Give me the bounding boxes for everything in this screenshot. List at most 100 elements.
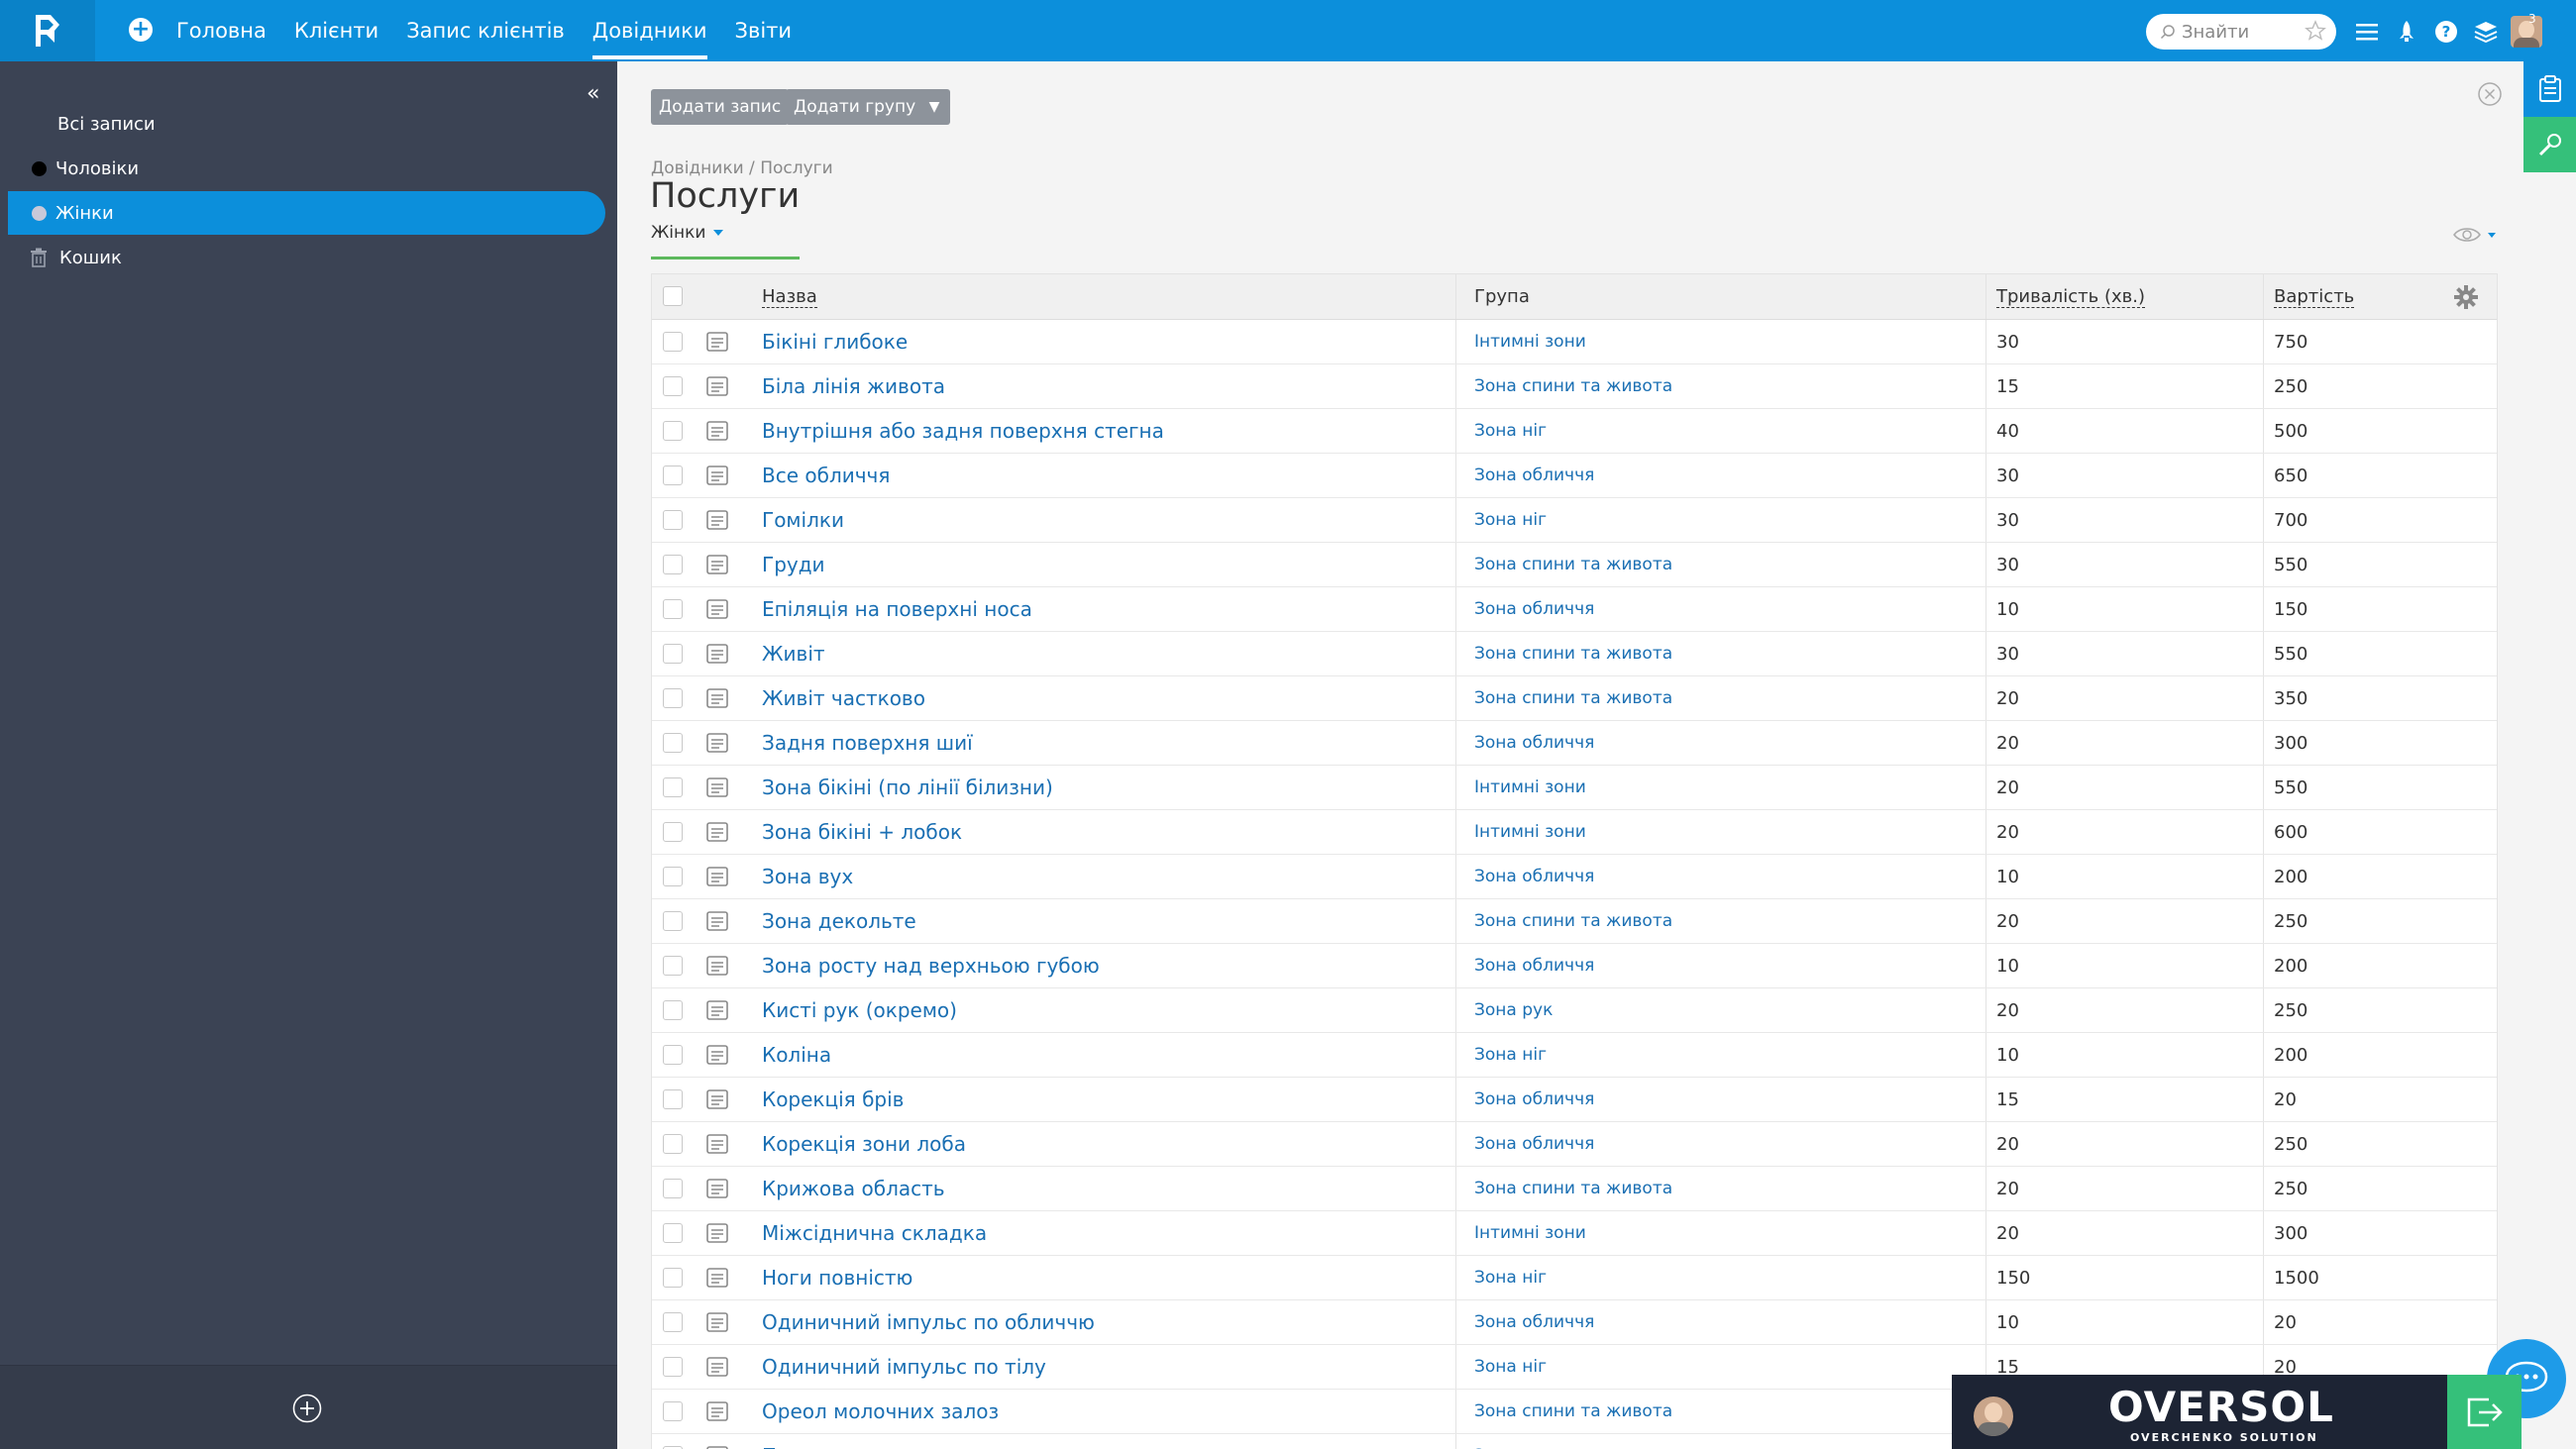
table-row[interactable]: Корекція брів Зона обличчя 15 20 bbox=[652, 1078, 2497, 1122]
service-group-link[interactable]: Зона спини та живота bbox=[1474, 364, 1672, 409]
service-group-link[interactable]: Інтимні зони bbox=[1474, 766, 1586, 810]
service-name-link[interactable]: Одиничний імпульс по тілу bbox=[762, 1345, 1046, 1390]
row-checkbox[interactable] bbox=[663, 1268, 683, 1288]
service-group-link[interactable]: Зона спини та живота bbox=[1474, 1390, 1672, 1434]
table-row[interactable]: Бікіні глибоке Інтимні зони 30 750 bbox=[652, 320, 2497, 364]
table-row[interactable]: Епіляція на поверхні носа Зона обличчя 10 1… bbox=[652, 587, 2497, 632]
nav-appointments[interactable]: Запис клієнтів bbox=[406, 0, 565, 61]
notes-icon[interactable] bbox=[706, 1268, 728, 1288]
row-checkbox[interactable] bbox=[663, 1134, 683, 1154]
column-header-price[interactable]: Вартість bbox=[2274, 274, 2355, 320]
service-name-link[interactable]: Зона росту над верхньою губою bbox=[762, 944, 1100, 988]
notes-icon[interactable] bbox=[706, 644, 728, 664]
notes-icon[interactable] bbox=[706, 777, 728, 797]
service-group-link[interactable]: Зона рук bbox=[1474, 988, 1553, 1033]
row-checkbox[interactable] bbox=[663, 1223, 683, 1243]
service-group-link[interactable]: Зона ніг bbox=[1474, 409, 1547, 454]
notes-icon[interactable] bbox=[706, 911, 728, 931]
notes-icon[interactable] bbox=[706, 956, 728, 976]
table-row[interactable]: Коліна Зона ніг 10 200 bbox=[652, 1033, 2497, 1078]
notes-icon[interactable] bbox=[706, 1357, 728, 1377]
tools-panel-button[interactable] bbox=[2523, 117, 2576, 172]
notes-icon[interactable] bbox=[706, 822, 728, 842]
notes-icon[interactable] bbox=[706, 421, 728, 441]
close-icon[interactable] bbox=[2477, 81, 2503, 107]
notes-icon[interactable] bbox=[706, 1312, 728, 1332]
notes-icon[interactable] bbox=[706, 1401, 728, 1421]
notes-icon[interactable] bbox=[706, 867, 728, 886]
notes-icon[interactable] bbox=[706, 733, 728, 753]
row-checkbox[interactable] bbox=[663, 466, 683, 485]
notes-icon[interactable] bbox=[706, 1179, 728, 1198]
row-checkbox[interactable] bbox=[663, 733, 683, 753]
user-avatar[interactable] bbox=[2511, 16, 2542, 48]
service-name-link[interactable]: Корекція зони лоба bbox=[762, 1122, 966, 1167]
service-name-link[interactable]: Міжсіднична складка bbox=[762, 1211, 987, 1256]
row-checkbox[interactable] bbox=[663, 332, 683, 352]
app-logo[interactable] bbox=[0, 0, 95, 61]
add-group-button[interactable]: Додати групу bbox=[786, 89, 924, 125]
sidebar-item-trash[interactable]: Кошик bbox=[8, 236, 605, 279]
row-checkbox[interactable] bbox=[663, 1000, 683, 1020]
table-row[interactable]: Зона декольте Зона спини та живота 20 250 bbox=[652, 899, 2497, 944]
service-name-link[interactable]: Зона бікіні (по лінії білизни) bbox=[762, 766, 1053, 810]
service-name-link[interactable]: Пахви bbox=[762, 1434, 825, 1449]
service-group-link[interactable]: Зона обличчя bbox=[1474, 721, 1594, 766]
table-row[interactable]: Зона росту над верхньою губою Зона обличч… bbox=[652, 944, 2497, 988]
table-row[interactable]: Задня поверхня шиї Зона обличчя 20 300 bbox=[652, 721, 2497, 766]
service-group-link[interactable]: Інтимні зони bbox=[1474, 320, 1586, 364]
row-checkbox[interactable] bbox=[663, 956, 683, 976]
more-actions-dropdown[interactable]: ▼ bbox=[918, 89, 950, 125]
service-group-link[interactable]: Зона ніг bbox=[1474, 498, 1547, 543]
help-icon[interactable]: ? bbox=[2431, 17, 2461, 47]
table-row[interactable]: Біла лінія живота Зона спини та живота 15 2… bbox=[652, 364, 2497, 409]
table-row[interactable]: Одиничний імпульс по обличчю Зона обличчя… bbox=[652, 1300, 2497, 1345]
row-checkbox[interactable] bbox=[663, 777, 683, 797]
nav-directories[interactable]: Довідники bbox=[591, 0, 707, 61]
service-group-link[interactable]: Зона спини та живота bbox=[1474, 543, 1672, 587]
row-checkbox[interactable] bbox=[663, 1357, 683, 1377]
service-name-link[interactable]: Крижова область bbox=[762, 1167, 945, 1211]
service-name-link[interactable]: Одиничний імпульс по обличчю bbox=[762, 1300, 1095, 1345]
notes-icon[interactable] bbox=[706, 599, 728, 619]
row-checkbox[interactable] bbox=[663, 510, 683, 530]
row-checkbox[interactable] bbox=[663, 644, 683, 664]
table-row[interactable]: Груди Зона спини та живота 30 550 bbox=[652, 543, 2497, 587]
service-group-link[interactable]: Зона ніг bbox=[1474, 1033, 1547, 1078]
service-group-link[interactable]: Зона ніг bbox=[1474, 1345, 1547, 1390]
add-record-button[interactable]: Додати запис bbox=[651, 89, 790, 125]
notes-icon[interactable] bbox=[706, 1000, 728, 1020]
select-all-checkbox[interactable] bbox=[663, 286, 683, 306]
service-name-link[interactable]: Зона бікіні + лобок bbox=[762, 810, 962, 855]
row-checkbox[interactable] bbox=[663, 421, 683, 441]
service-name-link[interactable]: Кисті рук (окремо) bbox=[762, 988, 957, 1033]
service-name-link[interactable]: Груди bbox=[762, 543, 825, 587]
table-row[interactable]: Живіт частково Зона спини та живота 20 350 bbox=[652, 676, 2497, 721]
sidebar-item-men[interactable]: Чоловіки bbox=[8, 147, 605, 190]
rocket-icon[interactable] bbox=[2392, 17, 2421, 47]
row-checkbox[interactable] bbox=[663, 688, 683, 708]
row-checkbox[interactable] bbox=[663, 1179, 683, 1198]
sidebar-item-all-records[interactable]: Всі записи bbox=[8, 102, 605, 146]
visibility-eye-icon[interactable] bbox=[2452, 224, 2498, 246]
service-group-link[interactable]: Зона обличчя bbox=[1474, 1078, 1594, 1122]
service-group-link[interactable]: Зона обличчя bbox=[1474, 587, 1594, 632]
column-header-name[interactable]: Назва bbox=[762, 274, 817, 320]
service-group-link[interactable]: Зона обличчя bbox=[1474, 1300, 1594, 1345]
menu-icon[interactable] bbox=[2352, 17, 2382, 47]
nav-reports[interactable]: Звіти bbox=[735, 0, 793, 61]
notes-icon[interactable] bbox=[706, 688, 728, 708]
service-name-link[interactable]: Живіт bbox=[762, 632, 825, 676]
group-filter[interactable]: Жінки bbox=[651, 223, 724, 243]
layers-icon[interactable] bbox=[2471, 17, 2501, 47]
row-checkbox[interactable] bbox=[663, 376, 683, 396]
service-name-link[interactable]: Коліна bbox=[762, 1033, 831, 1078]
service-group-link[interactable]: Зона спини та живота bbox=[1474, 899, 1672, 944]
service-name-link[interactable]: Живіт частково bbox=[762, 676, 925, 721]
service-group-link[interactable]: Інтимні зони bbox=[1474, 810, 1586, 855]
notes-icon[interactable] bbox=[706, 332, 728, 352]
service-name-link[interactable]: Все обличчя bbox=[762, 454, 890, 498]
table-row[interactable]: Кисті рук (окремо) Зона рук 20 250 bbox=[652, 988, 2497, 1033]
service-group-link[interactable]: Зона обличчя bbox=[1474, 944, 1594, 988]
favorite-star-icon[interactable] bbox=[2305, 20, 2326, 42]
